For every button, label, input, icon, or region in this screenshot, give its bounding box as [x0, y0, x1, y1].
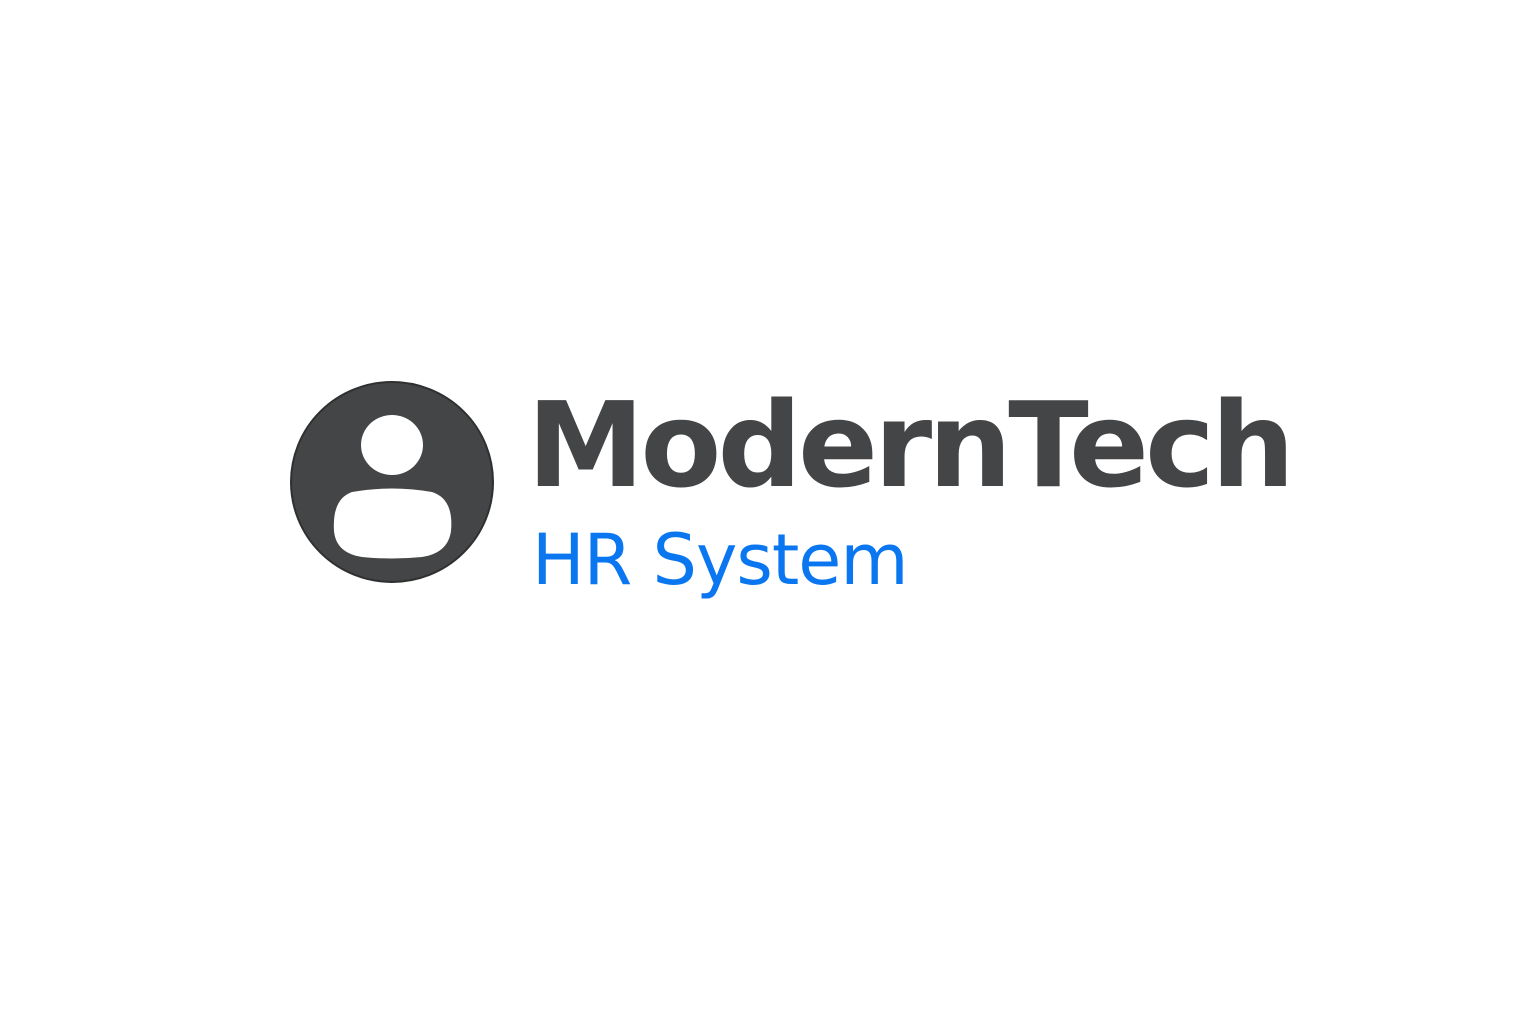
- brand-name: ModernTech: [527, 376, 1295, 514]
- user-avatar-icon: [290, 381, 494, 583]
- product-name: HR System: [532, 519, 909, 601]
- logo-canvas: ModernTech HR System: [0, 0, 1536, 1024]
